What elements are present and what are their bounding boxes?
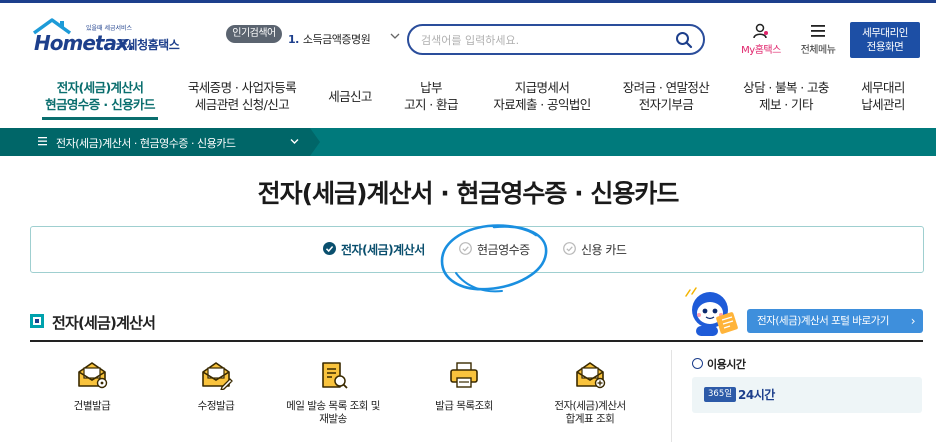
days-badge: 365일 bbox=[704, 387, 737, 402]
nav-item-line1: 장려금 · 연말정산 bbox=[622, 80, 710, 95]
my-hometax-button[interactable]: My홈택스 bbox=[735, 23, 787, 57]
all-menu-label: 전체메뉴 bbox=[800, 45, 836, 56]
section-bullet-icon bbox=[30, 314, 44, 328]
menu-item-summary-table[interactable]: 전자(세금)계산서 합계표 조회 bbox=[530, 360, 650, 426]
active-nav-underline bbox=[42, 117, 158, 120]
hamburger-menu-icon bbox=[811, 25, 825, 37]
tab-label: 전자(세금)계산서 bbox=[341, 243, 425, 257]
search-input[interactable] bbox=[421, 31, 661, 49]
breadcrumb-current: 전자(세금)계산서 · 현금영수증 · 신용카드 bbox=[56, 137, 236, 150]
popular-term-text: 소득금액증명원 bbox=[302, 33, 371, 46]
service-hours-box: 365일 24시간 bbox=[692, 377, 922, 413]
service-hours-label: 이용시간 bbox=[707, 358, 746, 371]
nav-item-payment-statement[interactable]: 지급명세서 자료제출 · 공익법인 bbox=[486, 79, 598, 113]
check-circle-icon bbox=[323, 242, 336, 255]
nav-item-line1: 세무대리 bbox=[861, 80, 905, 95]
nav-item-payment[interactable]: 납부 고지 · 환급 bbox=[396, 79, 466, 113]
check-circle-icon bbox=[563, 242, 576, 255]
menu-item-label: 건별발급 bbox=[73, 400, 111, 412]
tax-agent-line1: 세무대리인 bbox=[862, 27, 908, 39]
nav-item-incentive[interactable]: 장려금 · 연말정산 전자기부금 bbox=[614, 79, 718, 113]
check-circle-icon bbox=[459, 242, 472, 255]
main-navigation: 전자(세금)계산서 현금영수증 · 신용카드 국세증명 · 사업자등록 세금관련… bbox=[0, 75, 936, 123]
nav-item-tax-agent[interactable]: 세무대리 납세관리 bbox=[850, 79, 916, 113]
breadcrumb-bar: 전자(세금)계산서 · 현금영수증 · 신용카드 bbox=[0, 128, 936, 156]
menu-item-label: 전자(세금)계산서 합계표 조회 bbox=[554, 400, 626, 425]
popular-rank: 1. bbox=[288, 33, 299, 46]
nav-item-line1: 지급명세서 bbox=[514, 80, 570, 95]
tab-e-invoice[interactable]: 전자(세금)계산서 bbox=[323, 241, 435, 257]
envelope-gear-icon bbox=[78, 362, 108, 389]
mascot-character-icon bbox=[685, 287, 738, 336]
popular-search-term[interactable]: 1. 소득금액증명원 bbox=[288, 31, 371, 47]
tax-agent-line2: 전용화면 bbox=[866, 41, 904, 53]
tab-label: 신용 카드 bbox=[581, 243, 627, 257]
document-search-icon bbox=[322, 362, 348, 389]
nav-item-line2: 제보 · 기타 bbox=[759, 97, 813, 112]
menu-item-amend-issue[interactable]: 수정발급 bbox=[156, 360, 276, 413]
section-title: 전자(세금)계산서 bbox=[52, 314, 156, 332]
clock-icon bbox=[692, 358, 703, 369]
nav-item-line1: 납부 bbox=[420, 80, 442, 95]
chevron-right-icon: › bbox=[910, 314, 916, 328]
tax-agent-screen-button[interactable]: 세무대리인 전용화면 bbox=[850, 22, 920, 58]
menu-item-label: 메일 발송 목록 조회 및 재발송 bbox=[286, 400, 380, 425]
menu-item-mail-resend[interactable]: 메일 발송 목록 조회 및 재발송 bbox=[273, 360, 393, 426]
portal-button-label: 전자(세금)계산서 포털 바로가기 bbox=[757, 315, 889, 327]
nav-item-line1: 국세증명 · 사업자등록 bbox=[187, 80, 297, 95]
nav-item-line2: 세금관련 신청/신고 bbox=[194, 97, 290, 112]
page-title: 전자(세금)계산서 · 현금영수증 · 신용카드 bbox=[257, 179, 680, 208]
service-hours-title: 이용시간 bbox=[692, 356, 746, 372]
nav-item-certificates[interactable]: 국세증명 · 사업자등록 세금관련 신청/신고 bbox=[180, 79, 304, 113]
nav-item-line2: 현금영수증 · 신용카드 bbox=[45, 97, 155, 112]
envelope-edit-icon bbox=[202, 362, 233, 390]
chevron-down-icon[interactable] bbox=[390, 31, 400, 41]
menu-item-label: 수정발급 bbox=[197, 400, 235, 412]
all-menu-button[interactable]: 전체메뉴 bbox=[795, 23, 841, 57]
nav-item-line2: 자료제출 · 공익법인 bbox=[493, 97, 591, 112]
user-icon bbox=[753, 23, 768, 39]
my-hometax-label: My홈택스 bbox=[741, 45, 781, 56]
service-hours-value: 24시간 bbox=[738, 388, 775, 402]
chevron-down-icon bbox=[290, 139, 299, 144]
nav-item-tax-return[interactable]: 세금신고 bbox=[318, 88, 382, 105]
envelope-add-icon bbox=[576, 362, 606, 389]
nav-item-line1: 전자(세금)계산서 bbox=[56, 80, 144, 95]
hometax-logo[interactable]: 있을때 세금서비스 Hometax. 국세청홈택스 bbox=[30, 17, 190, 55]
menu-item-single-issue[interactable]: 건별발급 bbox=[32, 360, 152, 413]
printer-icon bbox=[450, 362, 478, 388]
menu-item-label: 발급 목록조회 bbox=[435, 400, 493, 412]
tab-cash-receipt[interactable]: 현금영수증 bbox=[459, 241, 539, 257]
menu-item-issue-list[interactable]: 발급 목록조회 bbox=[404, 360, 524, 413]
nav-item-line2: 납세관리 bbox=[861, 97, 905, 112]
list-menu-icon bbox=[38, 137, 47, 146]
nav-item-line2: 전자기부금 bbox=[638, 97, 694, 112]
search-icon[interactable] bbox=[675, 31, 693, 49]
nav-item-consultation[interactable]: 상담 · 불복 · 고충 제보 · 기타 bbox=[734, 79, 838, 113]
nav-item-line1: 세금신고 bbox=[328, 89, 372, 104]
tab-label: 현금영수증 bbox=[477, 243, 530, 257]
search-box bbox=[407, 24, 705, 55]
section-divider bbox=[30, 340, 923, 342]
nav-item-line1: 상담 · 불복 · 고충 bbox=[743, 80, 829, 95]
logo-korean-name: 국세청홈택스 bbox=[116, 38, 180, 52]
hours-divider bbox=[671, 350, 672, 442]
top-header: 있을때 세금서비스 Hometax. 국세청홈택스 인기검색어 1. 소득금액증명… bbox=[0, 0, 936, 60]
category-tabs: 전자(세금)계산서 현금영수증 신용 카드 bbox=[30, 226, 924, 273]
nav-item-e-invoice[interactable]: 전자(세금)계산서 현금영수증 · 신용카드 bbox=[42, 79, 158, 113]
tab-credit-card[interactable]: 신용 카드 bbox=[563, 241, 635, 257]
nav-item-line2: 고지 · 환급 bbox=[404, 97, 458, 112]
popular-search-badge: 인기검색어 bbox=[226, 25, 282, 43]
breadcrumb-dropdown[interactable]: 전자(세금)계산서 · 현금영수증 · 신용카드 bbox=[0, 128, 320, 156]
e-invoice-portal-button[interactable]: 전자(세금)계산서 포털 바로가기 › bbox=[747, 309, 923, 333]
